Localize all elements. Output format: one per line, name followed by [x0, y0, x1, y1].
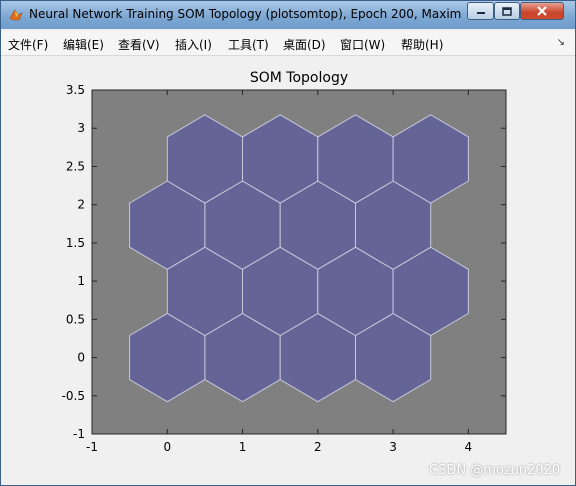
- x-tick-label: -1: [86, 440, 98, 454]
- matlab-icon: [9, 9, 23, 21]
- figure-area: SOM Topology -1 0 1 2 3 4 -1 -0.5 0 0.5 1 1.5 2 2.5 3 3.…: [10, 57, 567, 481]
- y-tick-label: 0.5: [66, 312, 85, 326]
- x-tick-label: 0: [163, 440, 171, 454]
- y-tick-label: 3.5: [66, 83, 85, 97]
- menu-desktop[interactable]: 桌面(D): [283, 36, 326, 53]
- y-tick-label: 1.5: [66, 236, 85, 250]
- watermark: CSDN @mozun2020: [429, 463, 561, 478]
- menu-view[interactable]: 查看(V): [118, 36, 160, 53]
- y-tick-label: 2: [77, 198, 85, 212]
- title-bar[interactable]: Neural Network Training SOM Topology (pl…: [1, 1, 575, 29]
- menu-tools[interactable]: 工具(T): [228, 36, 269, 53]
- x-tick-label: 3: [389, 440, 397, 454]
- figure-window: Neural Network Training SOM Topology (pl…: [0, 0, 576, 486]
- y-tick-label: 1: [77, 274, 85, 288]
- y-tick-label: 3: [77, 121, 85, 135]
- minimize-icon: [476, 12, 485, 14]
- close-button[interactable]: [520, 2, 564, 20]
- plot-title: SOM Topology: [250, 70, 348, 86]
- menu-insert[interactable]: 插入(I): [175, 36, 212, 53]
- y-tick-label: -0.5: [62, 389, 85, 403]
- menu-edit[interactable]: 编辑(E): [63, 36, 104, 53]
- window-title: Neural Network Training SOM Topology (pl…: [29, 7, 461, 21]
- menu-window[interactable]: 窗口(W): [340, 36, 385, 53]
- dock-arrow-icon[interactable]: ↘: [557, 37, 565, 48]
- menu-bar: 文件(F) 编辑(E) 查看(V) 插入(I) 工具(T) 桌面(D) 窗口(W…: [1, 31, 575, 56]
- som-topology-plot: SOM Topology -1 0 1 2 3 4 -1 -0.5 0 0.5 1 1.5 2 2.5 3 3.…: [62, 70, 507, 454]
- menu-help[interactable]: 帮助(H): [401, 36, 443, 53]
- x-tick-label: 2: [314, 440, 322, 454]
- maximize-icon: [502, 6, 512, 16]
- x-tick-label: 4: [465, 440, 473, 454]
- minimize-button[interactable]: [467, 2, 494, 20]
- y-tick-label: 0: [77, 351, 85, 365]
- y-tick-label: -1: [73, 427, 85, 441]
- close-icon: [537, 6, 547, 16]
- maximize-button[interactable]: [494, 2, 520, 20]
- menu-file[interactable]: 文件(F): [8, 36, 48, 53]
- y-tick-label: 2.5: [66, 159, 85, 173]
- x-tick-label: 1: [239, 440, 247, 454]
